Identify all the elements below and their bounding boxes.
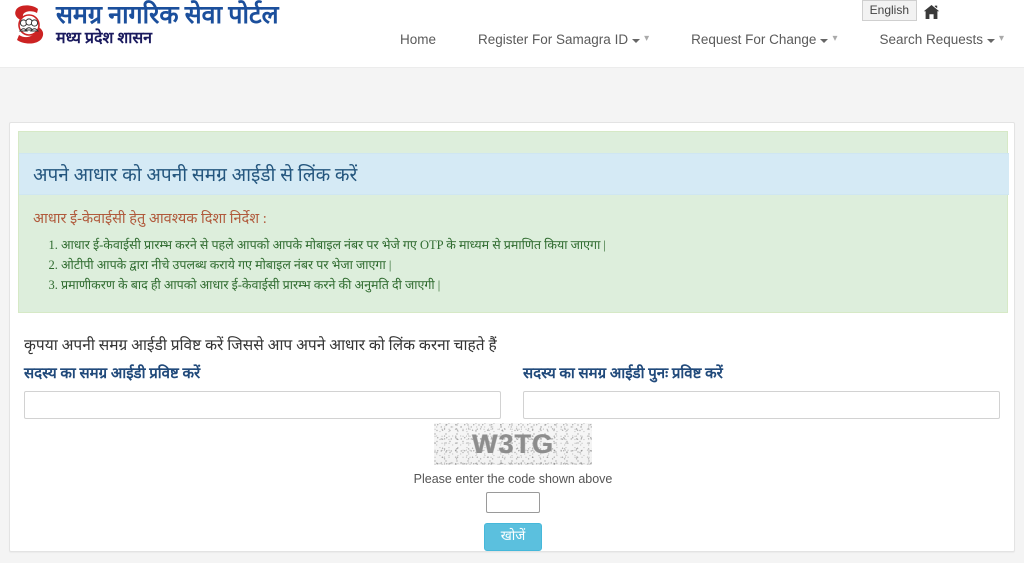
nav-item-home[interactable]: Home bbox=[400, 32, 436, 47]
language-button[interactable]: English bbox=[861, 0, 917, 22]
captcha-code-text: W3TG bbox=[472, 428, 554, 459]
captcha-input[interactable] bbox=[486, 492, 540, 513]
nav-item-register-for-samagra-id[interactable]: Register For Samagra ID ▾ bbox=[478, 32, 649, 47]
samagra-id-confirm-input[interactable] bbox=[523, 391, 1000, 419]
brand[interactable]: समग्र नागरिक सेवा पोर्टल मध्य प्रदेश शास… bbox=[8, 1, 279, 48]
site-header: समग्र नागरिक सेवा पोर्टल मध्य प्रदेश शास… bbox=[0, 0, 1024, 68]
header-utilities: English bbox=[861, 0, 940, 22]
guidelines-alert: अपने आधार को अपनी समग्र आईडी से लिंक करे… bbox=[18, 131, 1009, 313]
samagra-id-label: सदस्य का समग्र आईडी प्रविष्ट करें bbox=[24, 366, 201, 382]
nav-item-label: Home bbox=[400, 32, 437, 47]
samagra-id-input[interactable] bbox=[24, 391, 501, 419]
chevron-down-icon: ▾ bbox=[832, 33, 838, 44]
brand-subtitle: मध्य प्रदेश शासन bbox=[56, 30, 153, 48]
list-item: ओटीपी आपके द्वारा नीचे उपलब्ध कराये गए म… bbox=[61, 255, 606, 275]
nav-item-label: Search Requests bbox=[879, 32, 984, 47]
caret-down-icon bbox=[987, 38, 996, 43]
form-intro-text: कृपया अपनी समग्र आईडी प्रविष्ट करें जिसस… bbox=[24, 337, 497, 354]
nav-item-label: Register For Samagra ID bbox=[478, 32, 629, 47]
search-button[interactable]: खोजें bbox=[483, 523, 543, 551]
nav-item-search-requests[interactable]: Search Requests ▾ bbox=[879, 32, 1004, 47]
brand-title: समग्र नागरिक सेवा पोर्टल bbox=[56, 2, 279, 29]
captcha-help-text: Please enter the code shown above bbox=[413, 472, 613, 486]
nav-item-request-for-change[interactable]: Request For Change ▾ bbox=[691, 32, 837, 47]
caret-down-icon bbox=[820, 38, 829, 43]
captcha-image: W3TG bbox=[434, 423, 592, 465]
brand-text: समग्र नागरिक सेवा पोर्टल मध्य प्रदेश शास… bbox=[56, 1, 279, 48]
guidelines-list: आधार ई-केवाईसी प्रारम्भ करने से पहले आपक… bbox=[37, 235, 606, 295]
main-navigation: Home Register For Samagra ID ▾ Request F… bbox=[400, 32, 1004, 47]
content-panel: अपने आधार को अपनी समग्र आईडी से लिंक करे… bbox=[9, 122, 1015, 552]
list-item: प्रमाणीकरण के बाद ही आपको आधार ई-केवाईसी… bbox=[61, 275, 606, 295]
guidelines-title: आधार ई-केवाईसी हेतु आवश्यक दिशा निर्देश … bbox=[33, 211, 267, 227]
samagra-family-s-logo-icon bbox=[8, 2, 52, 48]
page-title-bar: अपने आधार को अपनी समग्र आईडी से लिंक करे… bbox=[19, 153, 1009, 195]
caret-down-icon bbox=[632, 38, 641, 43]
samagra-id-confirm-label: सदस्य का समग्र आईडी पुनः प्रविष्ट करें bbox=[523, 366, 723, 382]
samagra-id-confirm-field-group: सदस्य का समग्र आईडी पुनः प्रविष्ट करें bbox=[523, 363, 1000, 419]
chevron-down-icon: ▾ bbox=[644, 33, 650, 44]
chevron-down-icon: ▾ bbox=[999, 33, 1005, 44]
list-item: आधार ई-केवाईसी प्रारम्भ करने से पहले आपक… bbox=[61, 235, 606, 255]
home-icon[interactable] bbox=[923, 4, 940, 20]
nav-item-label: Request For Change bbox=[691, 32, 817, 47]
captcha-section: W3TG Please enter the code shown above ख… bbox=[10, 423, 1016, 551]
page-title: अपने आधार को अपनी समग्र आईडी से लिंक करे… bbox=[33, 165, 358, 186]
samagra-id-field-group: सदस्य का समग्र आईडी प्रविष्ट करें bbox=[24, 363, 501, 419]
